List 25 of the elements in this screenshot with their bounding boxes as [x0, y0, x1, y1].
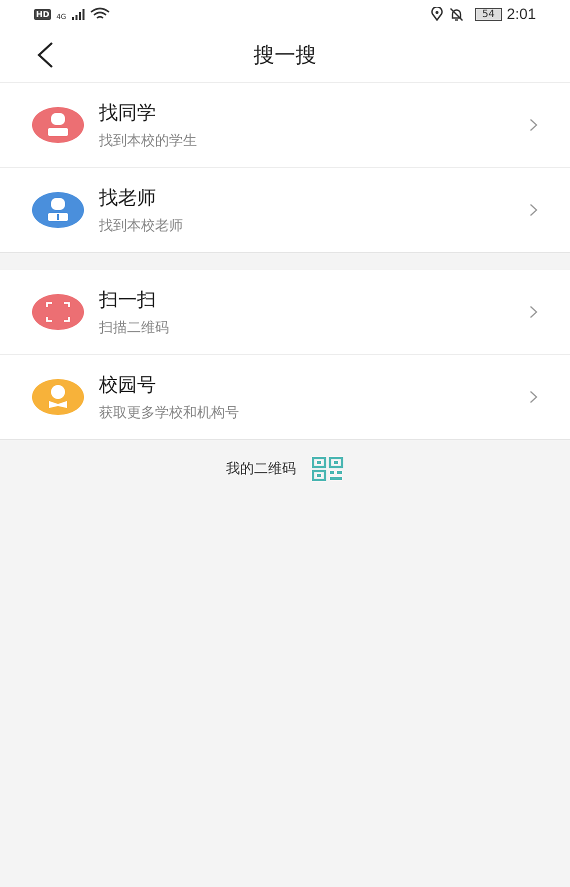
item-title: 找老师 [99, 186, 157, 211]
chevron-icon [529, 203, 538, 217]
item-title: 找同学 [99, 101, 157, 126]
menu-item[interactable]: 找同学 找到本校的学生 [0, 83, 570, 168]
menu-item[interactable]: 找老师 找到本校老师 [0, 168, 570, 253]
bell-off-icon [449, 6, 464, 22]
menu-item[interactable]: 扫一扫 扫描二维码 [0, 270, 570, 355]
item-subtitle: 找到本校老师 [99, 217, 184, 235]
item-title: 校园号 [99, 373, 157, 398]
chevron-icon [529, 118, 538, 132]
item-subtitle: 找到本校的学生 [99, 132, 198, 150]
page-title: 搜一搜 [254, 42, 316, 69]
status-time: 2:01 [506, 6, 536, 22]
item-title: 扫一扫 [99, 288, 157, 313]
menu-item[interactable]: 校园号 获取更多学校和机构号 [0, 355, 570, 440]
location-icon [430, 7, 444, 21]
wifi-icon [90, 7, 110, 21]
hd-badge: HD [34, 8, 52, 20]
signal-icon [71, 8, 86, 20]
battery-indicator: 54 [475, 8, 502, 20]
chevron-icon [529, 390, 538, 404]
item-subtitle: 扫描二维码 [99, 319, 170, 337]
item-subtitle: 获取更多学校和机构号 [99, 404, 240, 422]
chevron-icon [529, 305, 538, 319]
my-qr-code-link[interactable]: 我的二维码 [226, 460, 296, 478]
